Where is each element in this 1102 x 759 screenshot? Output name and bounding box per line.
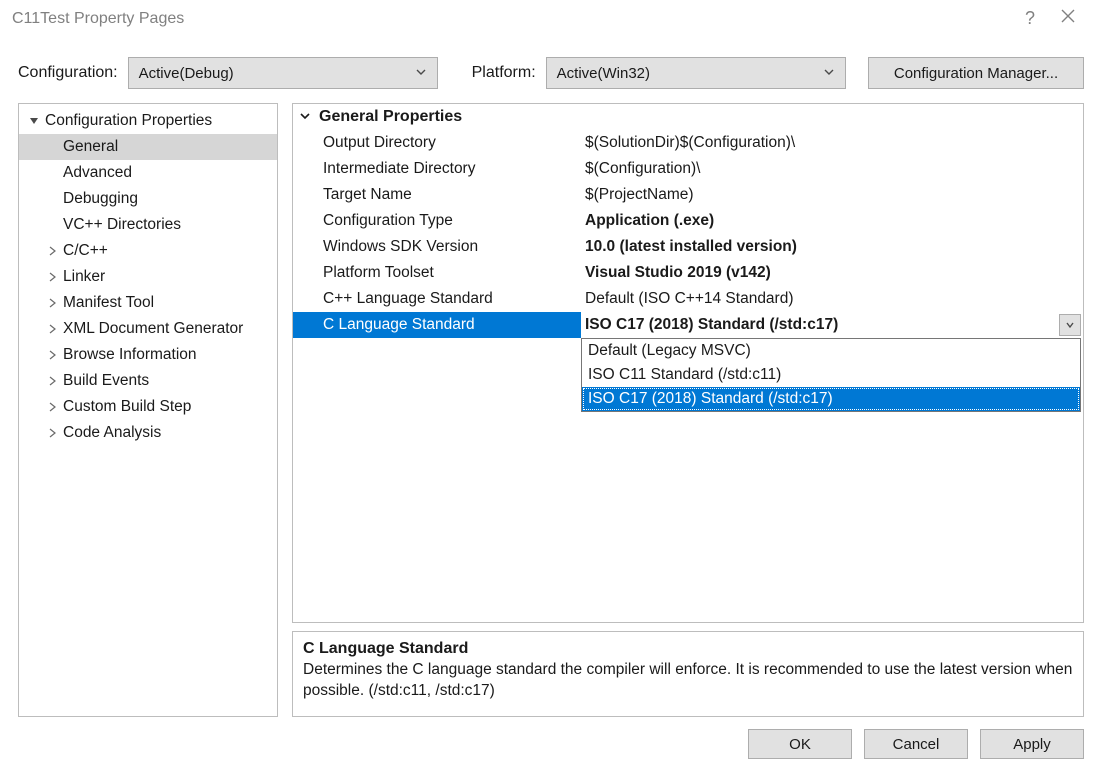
tree-item-label: General (61, 138, 118, 156)
close-icon[interactable] (1046, 9, 1090, 28)
tree-item-label: C/C++ (61, 242, 108, 260)
property-row[interactable]: Windows SDK Version10.0 (latest installe… (293, 234, 1083, 260)
title-bar: C11Test Property Pages ? (0, 0, 1102, 37)
tree-item[interactable]: Build Events (19, 368, 277, 394)
triangle-right-icon (43, 272, 61, 282)
property-value[interactable]: $(ProjectName) (581, 186, 1083, 204)
tree-root-label: Configuration Properties (43, 112, 212, 130)
dialog-footer: OK Cancel Apply (0, 717, 1102, 759)
platform-value: Active(Win32) (557, 65, 650, 82)
tree-item-label: Debugging (61, 190, 138, 208)
property-value[interactable]: $(SolutionDir)$(Configuration)\ (581, 134, 1083, 152)
property-name: Output Directory (293, 134, 581, 152)
tree-item-label: XML Document Generator (61, 320, 243, 338)
triangle-right-icon (43, 246, 61, 256)
platform-label: Platform: (472, 64, 536, 82)
dropdown-option[interactable]: ISO C11 Standard (/std:c11) (582, 363, 1080, 387)
chevron-down-icon (823, 65, 835, 82)
tree-item-label: Code Analysis (61, 424, 161, 442)
property-grid[interactable]: General Properties Output Directory$(Sol… (292, 103, 1084, 623)
ok-button[interactable]: OK (748, 729, 852, 759)
dropdown-toggle-button[interactable] (1059, 314, 1081, 336)
property-name: Windows SDK Version (293, 238, 581, 256)
tree-item[interactable]: Code Analysis (19, 420, 277, 446)
tree-item-label: Custom Build Step (61, 398, 191, 416)
property-value[interactable]: 10.0 (latest installed version) (581, 238, 1083, 256)
window-title: C11Test Property Pages (12, 10, 1014, 28)
property-value[interactable]: Visual Studio 2019 (v142) (581, 264, 1083, 282)
configuration-dropdown[interactable]: Active(Debug) (128, 57, 438, 89)
triangle-right-icon (43, 324, 61, 334)
triangle-right-icon (43, 402, 61, 412)
triangle-right-icon (43, 298, 61, 308)
configuration-manager-button[interactable]: Configuration Manager... (868, 57, 1084, 89)
property-row[interactable]: Intermediate Directory$(Configuration)\ (293, 156, 1083, 182)
property-name: Intermediate Directory (293, 160, 581, 178)
tree-item-label: Browse Information (61, 346, 197, 364)
property-value[interactable]: Default (ISO C++14 Standard) (581, 290, 1083, 308)
property-row[interactable]: Output Directory$(SolutionDir)$(Configur… (293, 130, 1083, 156)
tree-item-label: Advanced (61, 164, 132, 182)
property-name: Configuration Type (293, 212, 581, 230)
tree-item[interactable]: Linker (19, 264, 277, 290)
tree-item[interactable]: C/C++ (19, 238, 277, 264)
chevron-down-icon (415, 65, 427, 82)
tree-item[interactable]: Debugging (19, 186, 277, 212)
property-value[interactable]: $(Configuration)\ (581, 160, 1083, 178)
triangle-right-icon (43, 350, 61, 360)
configuration-label: Configuration: (18, 64, 118, 82)
property-name: Target Name (293, 186, 581, 204)
tree-item-label: Linker (61, 268, 105, 286)
configuration-value: Active(Debug) (139, 65, 234, 82)
property-row[interactable]: C++ Language StandardDefault (ISO C++14 … (293, 286, 1083, 312)
c-language-standard-dropdown-list[interactable]: Default (Legacy MSVC)ISO C11 Standard (/… (581, 338, 1081, 412)
dropdown-option[interactable]: ISO C17 (2018) Standard (/std:c17) (582, 387, 1080, 411)
configuration-toolbar: Configuration: Active(Debug) Platform: A… (0, 37, 1102, 103)
property-section-title: General Properties (319, 108, 462, 126)
tree-item[interactable]: VC++ Directories (19, 212, 277, 238)
property-row[interactable]: Configuration TypeApplication (.exe) (293, 208, 1083, 234)
property-section-header[interactable]: General Properties (293, 104, 1083, 130)
description-text: Determines the C language standard the c… (303, 660, 1073, 702)
property-description-panel: C Language Standard Determines the C lan… (292, 631, 1084, 717)
tree-item[interactable]: Advanced (19, 160, 277, 186)
property-row[interactable]: Platform ToolsetVisual Studio 2019 (v142… (293, 260, 1083, 286)
triangle-down-icon (25, 116, 43, 126)
tree-item[interactable]: Browse Information (19, 342, 277, 368)
tree-item-label: VC++ Directories (61, 216, 181, 234)
property-value[interactable]: Application (.exe) (581, 212, 1083, 230)
platform-dropdown[interactable]: Active(Win32) (546, 57, 846, 89)
property-name: C++ Language Standard (293, 290, 581, 308)
tree-root[interactable]: Configuration Properties (19, 108, 277, 134)
apply-button[interactable]: Apply (980, 729, 1084, 759)
dropdown-option[interactable]: Default (Legacy MSVC) (582, 339, 1080, 363)
tree-item[interactable]: Custom Build Step (19, 394, 277, 420)
property-row[interactable]: Target Name$(ProjectName) (293, 182, 1083, 208)
help-icon[interactable]: ? (1014, 8, 1046, 29)
property-name: C Language Standard (293, 316, 581, 334)
cancel-button[interactable]: Cancel (864, 729, 968, 759)
property-value[interactable]: ISO C17 (2018) Standard (/std:c17) (581, 316, 1059, 334)
tree-item[interactable]: Manifest Tool (19, 290, 277, 316)
tree-item[interactable]: XML Document Generator (19, 316, 277, 342)
triangle-right-icon (43, 376, 61, 386)
triangle-right-icon (43, 428, 61, 438)
property-row[interactable]: C Language StandardISO C17 (2018) Standa… (293, 312, 1083, 338)
tree-item-label: Build Events (61, 372, 149, 390)
tree-item[interactable]: General (19, 134, 277, 160)
tree-item-label: Manifest Tool (61, 294, 154, 312)
category-tree[interactable]: Configuration Properties General Advanced… (18, 103, 278, 717)
property-name: Platform Toolset (293, 264, 581, 282)
chevron-down-icon (299, 109, 311, 126)
description-title: C Language Standard (303, 640, 1073, 658)
